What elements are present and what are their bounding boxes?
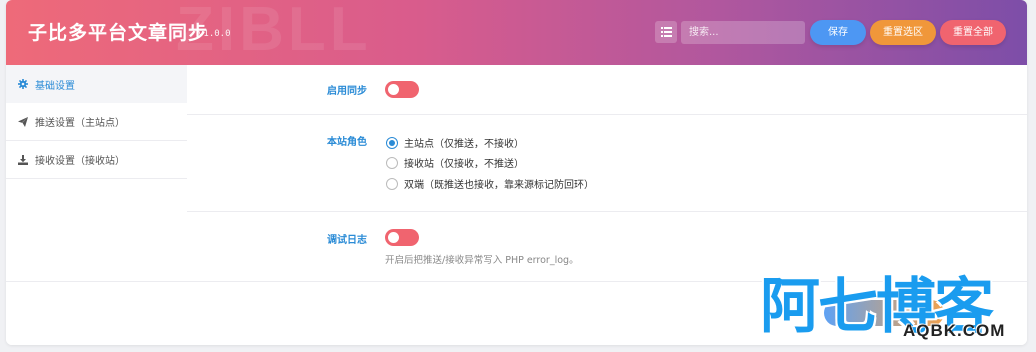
page-title: 子比多平台文章同步 [28, 22, 209, 44]
role-option-label: 主站点（仅推送，不接收） [404, 139, 524, 150]
debug-log-toggle[interactable] [385, 229, 419, 246]
save-button[interactable]: 保存 [810, 20, 866, 45]
sidebar-filler [6, 179, 187, 281]
watermark-sub-text: AQBK.COM [903, 321, 1006, 340]
gear-icon [18, 79, 28, 89]
radio-button[interactable] [386, 136, 398, 149]
site-role-label: 本站角色 [327, 137, 367, 148]
role-option-primary[interactable]: 主站点（仅推送，不接收） [386, 135, 524, 150]
row-divider [187, 114, 1027, 115]
sidebar-item-label: 推送设置（主站点） [35, 118, 125, 129]
debug-log-label: 调试日志 [327, 235, 367, 246]
role-option-label: 接收站（仅接收，不推送） [404, 159, 524, 170]
search-input[interactable] [681, 21, 805, 44]
version-label: v1.0.0 [198, 29, 231, 39]
sidebar-item-basic[interactable]: 基础设置 [6, 65, 187, 103]
radio-button[interactable] [386, 156, 398, 169]
sidebar: 基础设置 推送设置（主站点） 接收设置（接收站） [6, 65, 187, 281]
reset-all-button[interactable]: 重置全部 [940, 20, 1006, 45]
role-option-receiver[interactable]: 接收站（仅接收，不推送） [386, 155, 524, 170]
site-watermark-logo: 阿七博客 AQBK.COM [760, 276, 1036, 352]
menu-toggle-button[interactable] [655, 21, 677, 43]
download-icon [18, 154, 28, 165]
debug-log-hint: 开启后把推送/接收异常写入 PHP error_log。 [385, 255, 579, 266]
enable-sync-label: 启用同步 [327, 86, 367, 97]
enable-sync-toggle[interactable] [385, 81, 419, 98]
reset-section-button[interactable]: 重置选区 [870, 20, 936, 45]
sidebar-item-label: 接收设置（接收站） [35, 156, 125, 167]
toggle-knob [388, 232, 399, 243]
list-icon [660, 27, 672, 37]
radio-button[interactable] [386, 177, 398, 190]
header-bar: ZIBLL 子比多平台文章同步 v1.0.0 保存 重置选区 重置全部 [6, 0, 1027, 65]
toggle-knob [388, 84, 399, 95]
sidebar-item-label: 基础设置 [35, 80, 75, 92]
role-option-label: 双端（既推送也接收，靠来源标记防回环） [404, 180, 594, 191]
role-option-dual[interactable]: 双端（既推送也接收，靠来源标记防回环） [386, 176, 594, 191]
paper-plane-icon [18, 116, 28, 127]
sidebar-item-push[interactable]: 推送设置（主站点） [6, 103, 187, 141]
sidebar-item-receive[interactable]: 接收设置（接收站） [6, 141, 187, 179]
row-divider [187, 211, 1027, 212]
